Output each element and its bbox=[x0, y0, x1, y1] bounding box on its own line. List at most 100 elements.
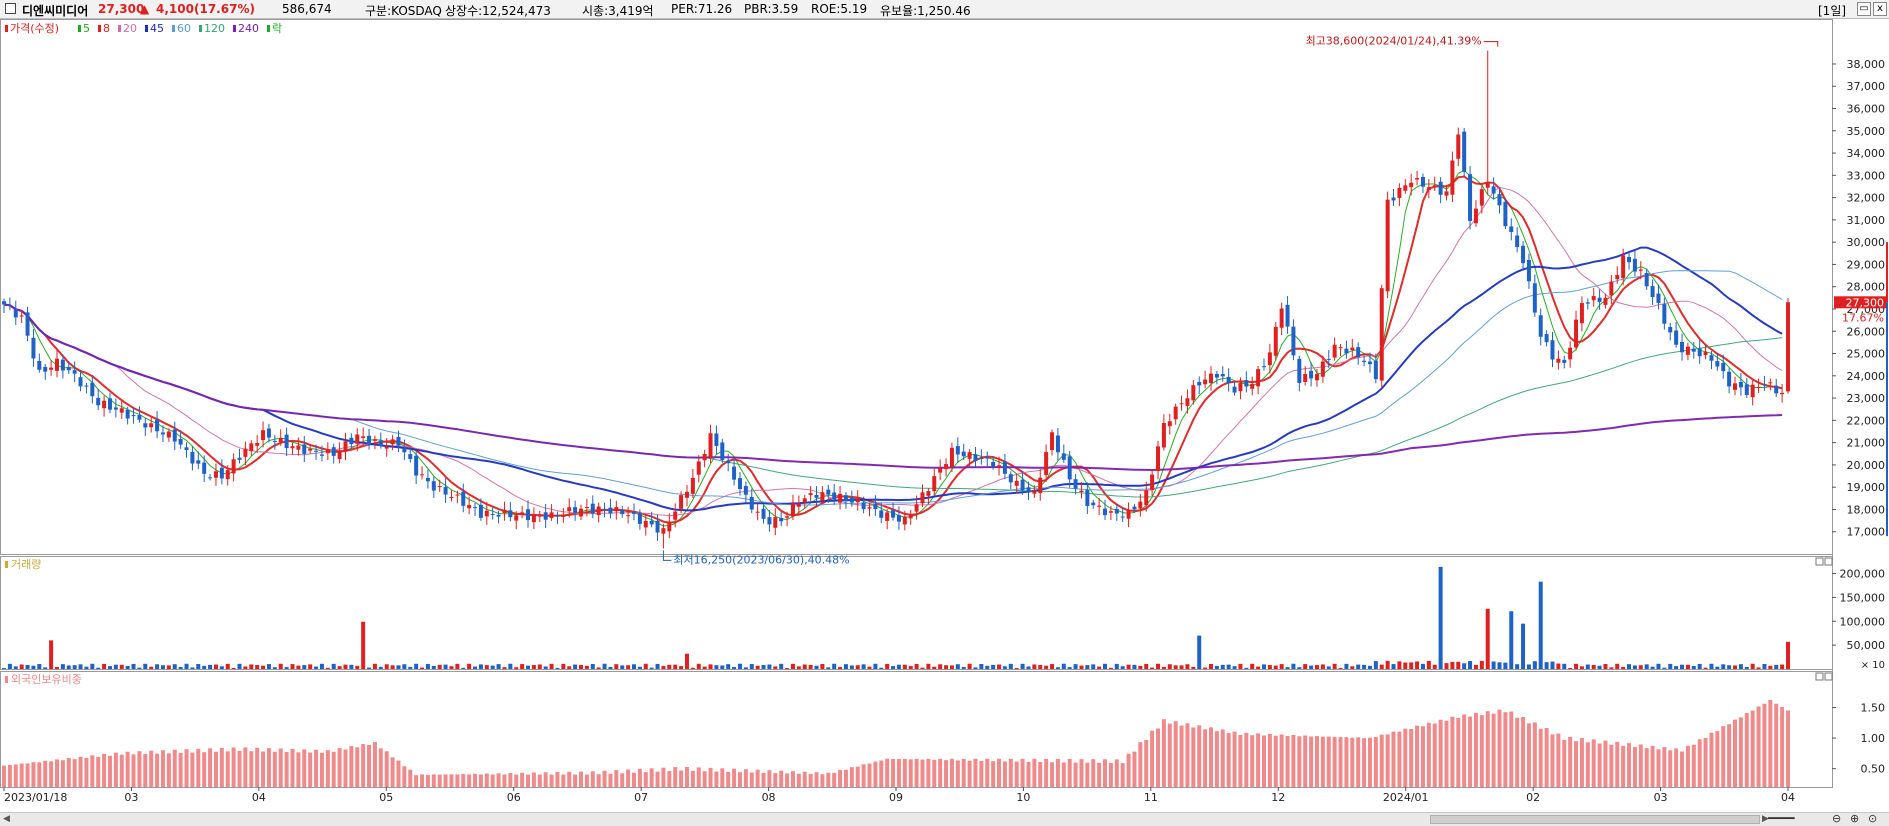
ratio-bar bbox=[355, 747, 360, 787]
high-annotation: 최고38,600(2024/01/24),41.39% bbox=[1306, 35, 1482, 48]
volume-bar bbox=[1367, 665, 1372, 669]
volume-bar bbox=[520, 664, 525, 669]
candle-body bbox=[49, 367, 54, 370]
ratio-bar bbox=[855, 766, 860, 787]
volume-bar bbox=[1226, 664, 1231, 669]
volume-bar bbox=[1744, 666, 1749, 669]
zoom-in-icon[interactable]: ⊕ bbox=[1850, 812, 1859, 825]
ratio-bar bbox=[1727, 724, 1732, 787]
volume-bar bbox=[1114, 663, 1119, 669]
ratio-bar bbox=[461, 774, 466, 787]
period-selector[interactable]: [1일] bbox=[1818, 2, 1846, 19]
ratio-bar bbox=[531, 772, 536, 787]
ratio-bar bbox=[1167, 723, 1172, 787]
volume-tick-label: 150,000 bbox=[1840, 591, 1886, 604]
volume-bar bbox=[526, 665, 531, 669]
ratio-bar bbox=[237, 750, 242, 787]
ratio-bar bbox=[1756, 706, 1761, 787]
ratio-bar bbox=[414, 775, 419, 787]
volume-bar bbox=[1638, 665, 1643, 669]
candle-body bbox=[1680, 342, 1685, 353]
candle-body bbox=[90, 382, 95, 397]
volume-bar bbox=[1032, 664, 1037, 669]
candle-body bbox=[1632, 258, 1637, 272]
horizontal-scrollbar[interactable]: ◀ ▶ bbox=[0, 812, 1889, 826]
candle-body bbox=[1703, 351, 1708, 355]
candle-body bbox=[1161, 423, 1166, 448]
ratio-bar bbox=[1232, 731, 1237, 787]
volume-bar bbox=[367, 667, 372, 669]
zoom-slider[interactable]: ━━━━ bbox=[1768, 812, 1795, 825]
scroll-left-icon[interactable]: ◀ bbox=[3, 814, 10, 824]
volume-bar bbox=[979, 664, 984, 669]
volume-bar bbox=[1191, 666, 1196, 669]
ratio-bar bbox=[343, 749, 348, 787]
ratio-bar bbox=[967, 760, 972, 787]
ratio-tick-label: 0.50 bbox=[1861, 763, 1886, 776]
candle-body bbox=[696, 461, 701, 475]
close-button[interactable]: x bbox=[1873, 2, 1887, 16]
zoom-fit-icon[interactable]: ⊙ bbox=[1868, 812, 1877, 825]
volume-bar bbox=[1050, 664, 1055, 669]
ratio-bar bbox=[1621, 745, 1626, 787]
ratio-bar bbox=[325, 750, 330, 787]
candle-body bbox=[655, 520, 660, 533]
volume-bar bbox=[190, 667, 195, 669]
candle-body bbox=[1073, 479, 1078, 489]
candle-body bbox=[1744, 384, 1749, 395]
scrollbar-thumb[interactable] bbox=[1430, 815, 1760, 824]
ratio-bar bbox=[1108, 763, 1113, 787]
ratio-bar bbox=[1750, 710, 1755, 787]
volume-bar bbox=[119, 664, 124, 669]
candle-body bbox=[478, 504, 483, 518]
volume-legend-label: 거래량 bbox=[11, 558, 41, 571]
candle-body bbox=[190, 451, 195, 464]
candle-body bbox=[1515, 235, 1520, 247]
volume-bar bbox=[785, 668, 790, 669]
zoom-out-icon[interactable]: ⊖ bbox=[1832, 812, 1841, 825]
ratio-bar bbox=[1073, 762, 1078, 787]
price-tick-label: 20,000 bbox=[1847, 459, 1886, 472]
volume-bar bbox=[1515, 664, 1520, 669]
ratio-bar bbox=[319, 752, 324, 787]
ratio-bar bbox=[514, 774, 519, 787]
volume-bar bbox=[1597, 665, 1602, 669]
ratio-bar bbox=[1303, 735, 1308, 787]
stock-chart[interactable]: 가격(수정) 5 8 20 45 60 120 240 락거래량외국인보유비중 17,000 18,… bbox=[0, 19, 1889, 812]
candle-body bbox=[1415, 178, 1420, 180]
candle-body bbox=[779, 517, 784, 522]
volume-bar bbox=[13, 666, 18, 669]
candle-body bbox=[1173, 406, 1178, 420]
candle-body bbox=[1409, 182, 1414, 188]
candle-body bbox=[208, 477, 213, 479]
candle-body bbox=[1420, 177, 1425, 187]
price-tick-label: 34,000 bbox=[1847, 147, 1886, 160]
ratio-bar bbox=[13, 764, 18, 787]
ratio-bar bbox=[1733, 719, 1738, 787]
candle-body bbox=[720, 442, 725, 460]
candle-body bbox=[455, 494, 460, 496]
volume-bar bbox=[255, 665, 260, 669]
select-checkbox[interactable] bbox=[5, 3, 16, 14]
volume-bar bbox=[667, 664, 672, 669]
ratio-bar bbox=[178, 752, 183, 787]
volume-bar bbox=[1632, 665, 1637, 669]
volume-bar bbox=[779, 663, 784, 669]
volume-bar bbox=[684, 653, 689, 669]
ratio-bar bbox=[66, 758, 71, 787]
candle-body bbox=[614, 507, 619, 512]
ratio-bar bbox=[1597, 743, 1602, 787]
ratio-bar bbox=[620, 773, 625, 787]
volume-bar bbox=[896, 664, 901, 669]
ratio-bar bbox=[7, 764, 12, 787]
volume-bar bbox=[1403, 662, 1408, 669]
volume-bar bbox=[932, 666, 937, 669]
minimize-button[interactable]: ▭ bbox=[1857, 2, 1871, 16]
candle-body bbox=[543, 512, 548, 520]
ratio-bar bbox=[773, 773, 778, 787]
ratio-bar bbox=[1562, 739, 1567, 787]
ratio-bar bbox=[1061, 762, 1066, 787]
candle-body bbox=[531, 514, 536, 523]
candle-body bbox=[1780, 392, 1785, 395]
ratio-bar bbox=[31, 762, 36, 787]
